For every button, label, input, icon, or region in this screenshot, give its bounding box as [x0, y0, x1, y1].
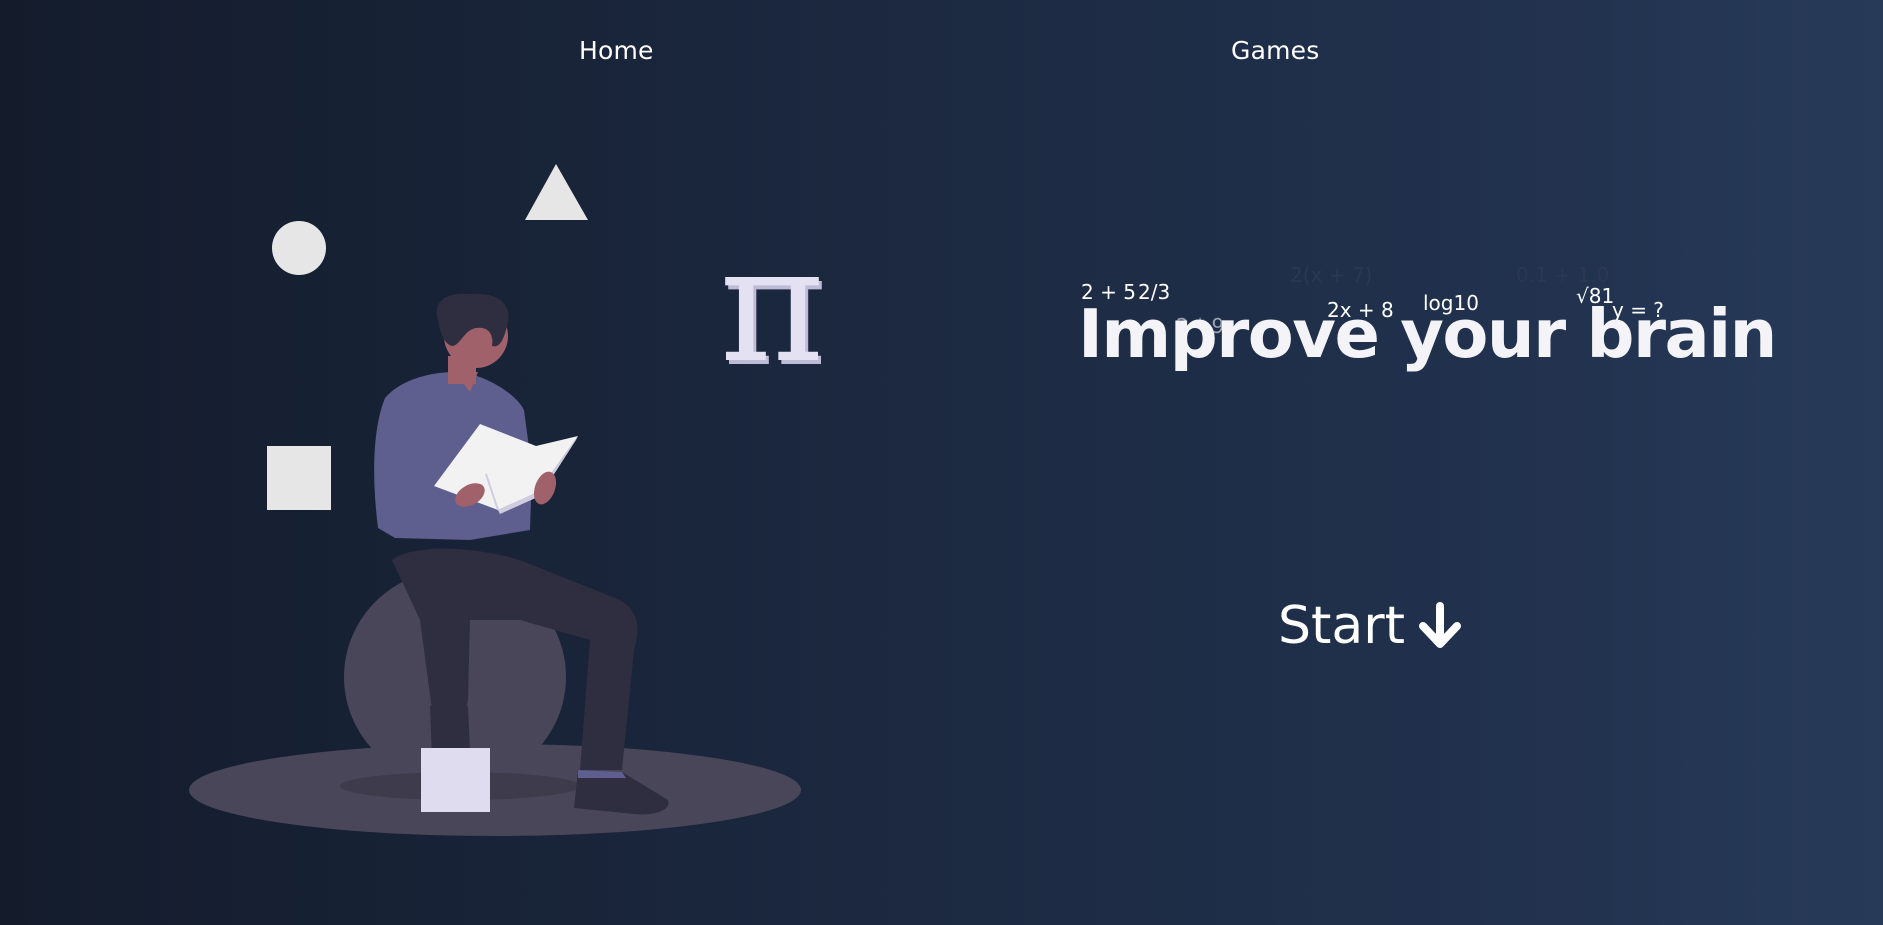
person-reading-icon — [189, 293, 801, 836]
start-button[interactable]: Start — [1278, 596, 1463, 656]
circle-shape-icon — [272, 221, 326, 275]
arrow-down-icon — [1419, 602, 1462, 648]
hero-title: Improve your brain — [1078, 295, 1777, 373]
triangle-shape-icon — [525, 164, 588, 220]
start-button-label: Start — [1278, 596, 1406, 656]
nav-games-link[interactable]: Games — [1231, 36, 1319, 65]
hero-illustration: π π — [189, 164, 828, 836]
pi-symbol-icon: π — [719, 211, 824, 398]
formula-text: 2(x + 7) — [1290, 263, 1373, 287]
square-shape-icon — [267, 446, 331, 510]
formula-text: 0.1 + 1.0 — [1516, 263, 1610, 287]
